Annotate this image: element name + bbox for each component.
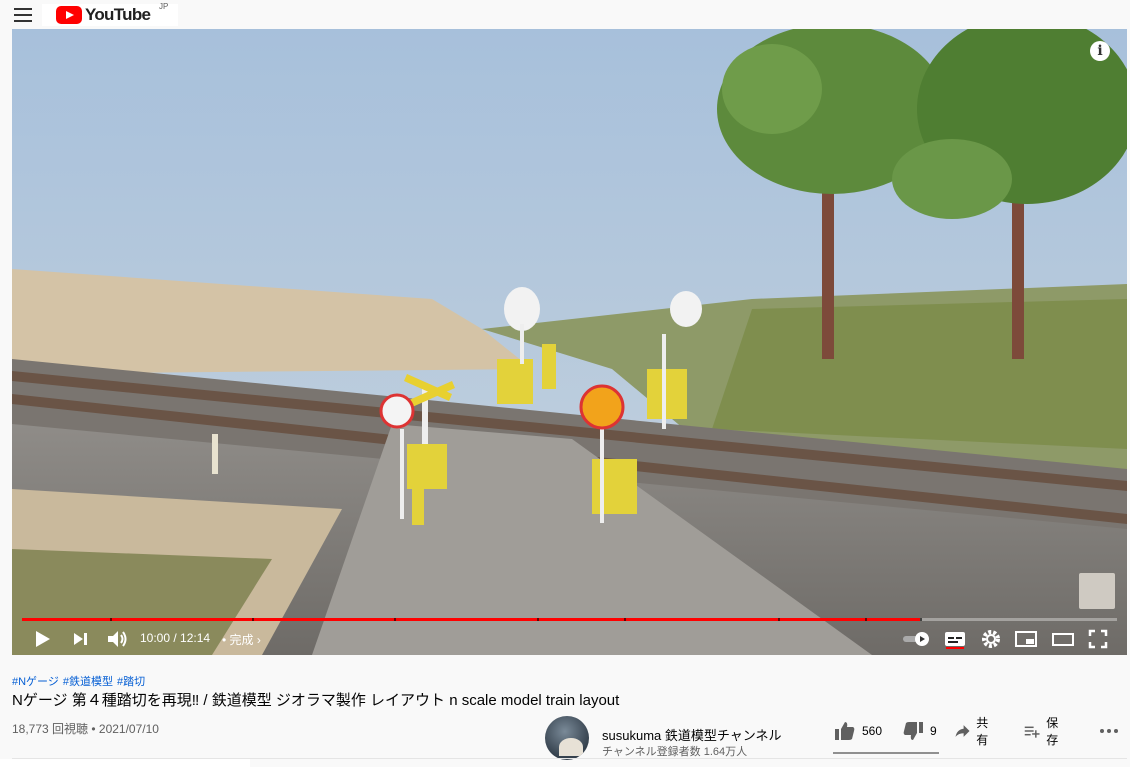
save-label: 保存: [1046, 716, 1059, 747]
hashtag-link[interactable]: #Nゲージ: [12, 676, 59, 688]
chapter-marker: [251, 618, 254, 621]
channel-avatar[interactable]: [545, 716, 589, 760]
view-count-date: 18,773 回視聴 • 2021/07/10: [12, 722, 159, 736]
playlist-add-icon: [1024, 726, 1040, 738]
below-panel: [0, 759, 250, 767]
hashtag-link[interactable]: #鉄道模型: [63, 676, 113, 688]
chapter-marker: [109, 618, 112, 621]
next-icon[interactable]: [72, 629, 90, 649]
top-bar: YouTube JP: [0, 0, 1130, 28]
logo-text: YouTube: [85, 5, 151, 24]
chevron-right-icon: ›: [253, 633, 261, 647]
chapter-marker: [394, 618, 397, 621]
info-icon[interactable]: i: [1090, 41, 1110, 61]
save-button[interactable]: 保存: [1024, 716, 1064, 747]
like-button[interactable]: 560: [834, 716, 882, 746]
progress-played: [22, 618, 920, 621]
theater-mode-icon[interactable]: [1052, 629, 1074, 649]
dislike-button[interactable]: 9: [902, 716, 937, 746]
like-ratio-fill: [833, 752, 937, 754]
chapter-button[interactable]: • 完成 ›: [222, 631, 261, 648]
autoplay-toggle-icon[interactable]: [902, 629, 930, 649]
player-controls: 10:00 / 12:14 • 完成 ›: [12, 622, 1127, 655]
hashtag-link[interactable]: #踏切: [117, 676, 145, 688]
volume-icon[interactable]: [107, 629, 129, 649]
chapter-marker: [624, 618, 627, 621]
chapter-separator: •: [222, 633, 230, 647]
play-icon[interactable]: [34, 629, 52, 649]
thumbs-down-icon: [903, 722, 923, 740]
chapter-marker: [777, 618, 780, 621]
more-actions-button[interactable]: [1098, 716, 1120, 746]
share-button[interactable]: 共有: [954, 716, 994, 747]
video-frame: [12, 29, 1127, 655]
youtube-play-icon: [56, 6, 82, 24]
miniplayer-icon[interactable]: [1015, 629, 1037, 649]
chapter-label: 完成: [229, 633, 254, 647]
chapter-marker: [865, 618, 868, 621]
youtube-logo[interactable]: YouTube JP: [42, 2, 179, 26]
subtitles-icon[interactable]: [944, 629, 966, 649]
hamburger-menu-icon[interactable]: [12, 6, 34, 24]
subscriber-count: チャンネル登録者数 1.64万人: [602, 746, 748, 758]
fullscreen-icon[interactable]: [1088, 629, 1108, 649]
video-title: Nゲージ 第４種踏切を再現‼ / 鉄道模型 ジオラマ製作 レイアウト n sca…: [12, 692, 620, 709]
share-arrow-icon: [955, 725, 970, 737]
video-player[interactable]: i 10:00 / 12:14 • 完成 ›: [12, 29, 1127, 655]
channel-watermark[interactable]: [1079, 573, 1115, 609]
like-count: 560: [862, 724, 883, 738]
logo-region: JP: [158, 2, 169, 11]
hashtags: #Nゲージ #鉄道模型 #踏切: [12, 673, 149, 689]
share-label: 共有: [976, 716, 989, 747]
channel-name[interactable]: susukuma 鉄道模型チャンネル: [602, 725, 781, 744]
like-dislike-ratio-bar: [833, 752, 939, 754]
time-display: 10:00 / 12:14: [140, 631, 211, 645]
chapter-marker: [919, 618, 922, 621]
dislike-count: 9: [930, 724, 937, 738]
chapter-marker: [536, 618, 539, 621]
progress-bar[interactable]: [22, 618, 1117, 621]
more-horizontal-icon: [1100, 729, 1118, 733]
thumbs-up-icon: [835, 722, 855, 740]
settings-gear-icon[interactable]: [981, 629, 1001, 649]
